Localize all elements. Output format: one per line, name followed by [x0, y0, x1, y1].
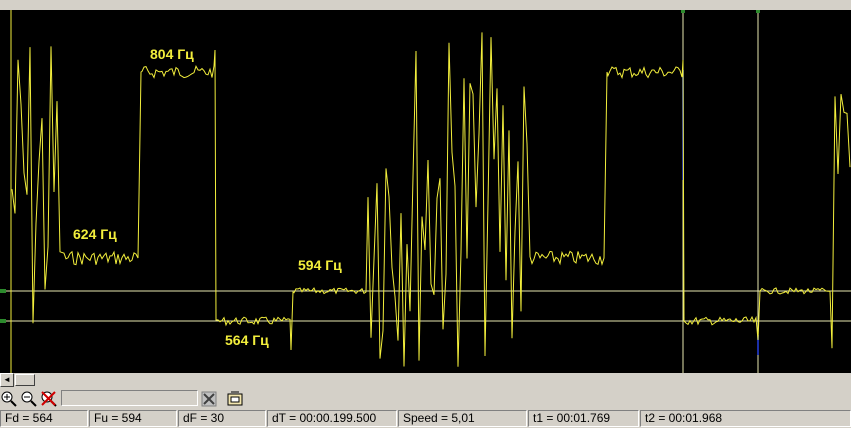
- status-t1: t1 = 00:01.769: [528, 410, 639, 427]
- reset-zoom-button[interactable]: [40, 390, 57, 407]
- status-df: dF = 30: [178, 410, 266, 427]
- toolbar-input[interactable]: [61, 390, 198, 406]
- scroll-thumb[interactable]: [15, 374, 35, 386]
- zoom-out-button[interactable]: [20, 390, 37, 407]
- label-624-hz: 624 Гц: [73, 226, 117, 242]
- status-speed: Speed = 5,01: [398, 410, 527, 427]
- horizontal-scrollbar[interactable]: ◄: [0, 373, 851, 387]
- zoom-out-icon: [21, 391, 37, 407]
- status-fu: Fu = 594: [89, 410, 177, 427]
- status-fd: Fd = 564: [0, 410, 88, 427]
- clear-button[interactable]: [200, 390, 217, 407]
- cross-icon: [40, 390, 57, 407]
- toolbar: [0, 389, 851, 408]
- left-cursor-marker-a: [0, 289, 6, 293]
- status-t2: t2 = 00:01.968: [640, 410, 851, 427]
- zoom-in-button[interactable]: [0, 390, 17, 407]
- signal-plot-svg: [0, 10, 851, 373]
- signal-trace: [11, 32, 851, 367]
- hand-icon: [227, 391, 242, 405]
- clear-icon: [201, 391, 216, 406]
- label-564-hz: 564 Гц: [225, 332, 269, 348]
- status-bar: Fd = 564 Fu = 594 dF = 30 dT = 00:00.199…: [0, 409, 851, 428]
- scroll-left-button[interactable]: ◄: [0, 373, 14, 387]
- zoom-in-icon: [1, 391, 17, 407]
- t2-marker-top: [756, 10, 760, 13]
- left-cursor-marker-b: [0, 319, 6, 323]
- label-594-hz: 594 Гц: [298, 257, 342, 273]
- signal-plot[interactable]: 804 Гц 624 Гц 594 Гц 564 Гц: [0, 10, 851, 373]
- label-804-hz: 804 Гц: [150, 46, 194, 62]
- top-strip: [0, 0, 851, 10]
- hand-tool-button[interactable]: [226, 390, 243, 407]
- t1-marker-top: [681, 10, 685, 13]
- status-dt: dT = 00:00.199.500: [267, 410, 397, 427]
